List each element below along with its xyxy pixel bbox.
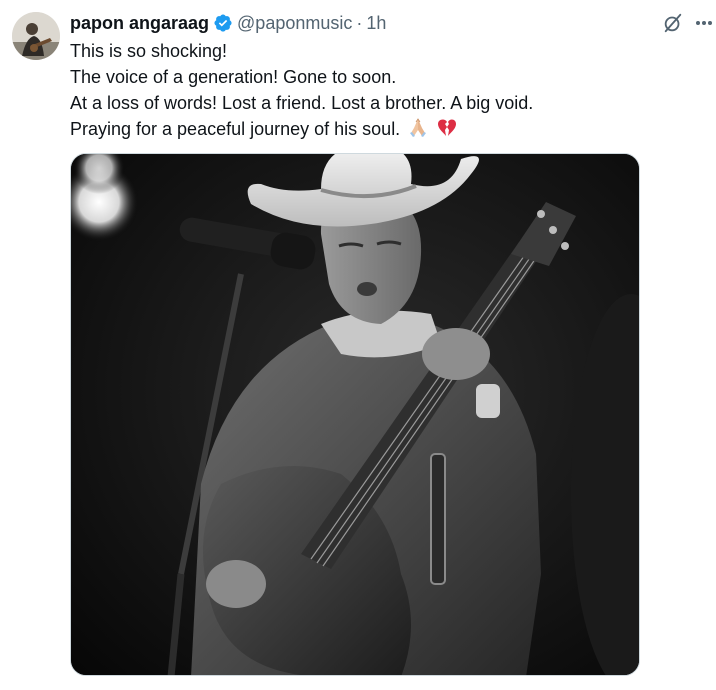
folded-hands-emoji-icon: [410, 118, 427, 137]
photo-singer-with-guitar: [71, 154, 639, 675]
tweet-text: This is so shocking! The voice of a gene…: [70, 38, 690, 142]
more-icon[interactable]: [694, 12, 714, 34]
avatar-image: [12, 12, 60, 60]
tweet-line: This is so shocking!: [70, 41, 228, 61]
verified-badge-icon[interactable]: [213, 13, 233, 33]
avatar[interactable]: [12, 12, 60, 60]
grok-icon[interactable]: [662, 12, 684, 34]
tweet-line-with-emoji: Praying for a peaceful journey of his so…: [70, 116, 690, 142]
post-time[interactable]: 1h: [366, 13, 386, 34]
tweet-line: At a loss of words! Lost a friend. Lost …: [70, 93, 534, 113]
display-name[interactable]: papon angaraag: [70, 13, 209, 34]
broken-heart-emoji-icon: [438, 119, 457, 136]
tweet[interactable]: papon angaraag @paponmusic · 1h This is …: [0, 0, 716, 690]
post-photo[interactable]: [70, 153, 640, 676]
tweet-line: The voice of a generation! Gone to soon.: [70, 67, 397, 87]
separator-dot: ·: [356, 12, 363, 33]
author-handle[interactable]: @paponmusic: [237, 13, 352, 34]
tweet-header: papon angaraag @paponmusic · 1h: [70, 10, 386, 36]
tweet-line: Praying for a peaceful journey of his so…: [70, 119, 401, 139]
